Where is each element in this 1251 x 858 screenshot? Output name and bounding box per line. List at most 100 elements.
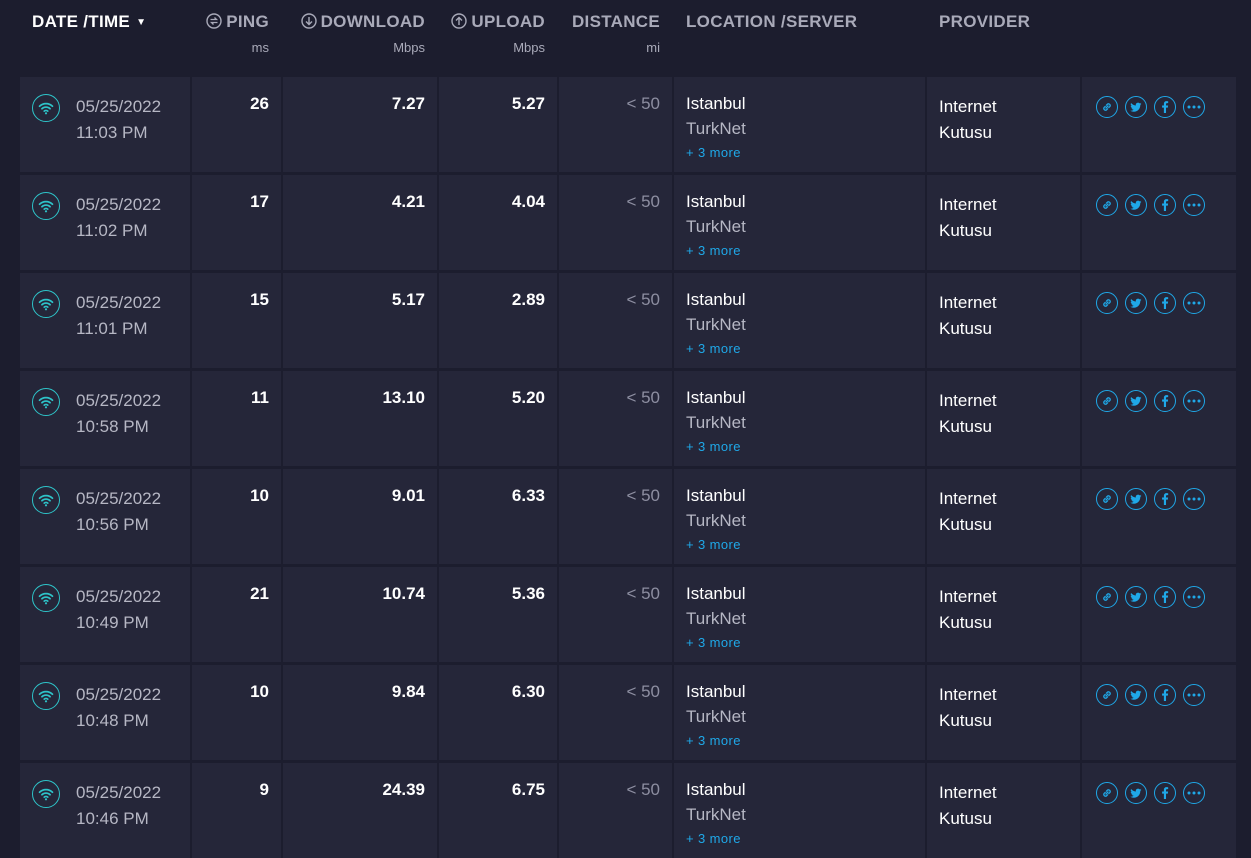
provider-name: Internet Kutusu: [939, 388, 997, 440]
provider-cell: Internet Kutusu: [927, 469, 1082, 564]
facebook-icon[interactable]: [1154, 96, 1176, 118]
more-icon[interactable]: [1183, 390, 1205, 412]
twitter-icon[interactable]: [1125, 488, 1147, 510]
provider-cell: Internet Kutusu: [927, 665, 1082, 760]
facebook-icon[interactable]: [1154, 488, 1176, 510]
more-servers-link[interactable]: + 3 more: [686, 733, 741, 748]
upload-cell: 6.30: [439, 665, 559, 760]
ping-value: 9: [259, 780, 269, 799]
column-header-upload[interactable]: UPLOAD Mbps: [439, 0, 559, 73]
link-icon[interactable]: [1096, 684, 1118, 706]
link-icon[interactable]: [1096, 782, 1118, 804]
distance-header-label: DISTANCE: [571, 12, 660, 31]
upload-value: 5.36: [511, 584, 545, 603]
more-servers-link[interactable]: + 3 more: [686, 341, 741, 356]
table-row[interactable]: 05/25/2022 10:49 PM 21 10.74 5.36 < 50 Istanbu…: [20, 567, 1236, 662]
provider-line-1: Internet: [939, 489, 997, 508]
ping-value: 11: [251, 388, 269, 407]
time-text: 10:49 PM: [76, 613, 149, 632]
column-header-datetime[interactable]: DATE /TIME ▼: [20, 0, 192, 73]
provider-line-1: Internet: [939, 783, 997, 802]
sort-desc-icon[interactable]: ▼: [136, 17, 146, 28]
actions-cell: [1082, 175, 1236, 270]
link-icon[interactable]: [1096, 390, 1118, 412]
actions-cell: [1082, 567, 1236, 662]
table-row[interactable]: 05/25/2022 11:02 PM 17 4.21 4.04 < 50 Istanbul…: [20, 175, 1236, 270]
provider-name: Internet Kutusu: [939, 682, 997, 734]
twitter-icon[interactable]: [1125, 194, 1147, 216]
download-icon: [300, 13, 317, 29]
provider-cell: Internet Kutusu: [927, 273, 1082, 368]
column-header-distance[interactable]: DISTANCE mi: [559, 0, 674, 73]
table-row[interactable]: 05/25/2022 10:48 PM 10 9.84 6.30 < 50 Istanbul…: [20, 665, 1236, 760]
distance-cell: < 50: [559, 469, 674, 564]
facebook-icon[interactable]: [1154, 586, 1176, 608]
distance-value: < 50: [626, 682, 660, 701]
actions-cell: [1082, 469, 1236, 564]
more-icon[interactable]: [1183, 782, 1205, 804]
column-header-download[interactable]: DOWNLOAD Mbps: [283, 0, 439, 73]
location-city: Istanbul: [686, 94, 746, 113]
download-value: 10.74: [382, 584, 425, 603]
download-cell: 9.84: [283, 665, 439, 760]
actions-cell: [1082, 273, 1236, 368]
upload-icon: [451, 13, 468, 29]
more-icon[interactable]: [1183, 586, 1205, 608]
table-row[interactable]: 05/25/2022 10:56 PM 10 9.01 6.33 < 50 Istanbul…: [20, 469, 1236, 564]
facebook-icon[interactable]: [1154, 194, 1176, 216]
ping-icon: [206, 13, 222, 29]
column-header-ping[interactable]: PING ms: [192, 0, 283, 73]
column-header-location[interactable]: LOCATION /SERVER: [674, 0, 927, 73]
download-value: 13.10: [382, 388, 425, 407]
datetime-cell: 05/25/2022 10:58 PM: [20, 371, 192, 466]
more-servers-link[interactable]: + 3 more: [686, 243, 741, 258]
twitter-icon[interactable]: [1125, 586, 1147, 608]
more-icon[interactable]: [1183, 292, 1205, 314]
more-icon[interactable]: [1183, 488, 1205, 510]
facebook-icon[interactable]: [1154, 684, 1176, 706]
table-row[interactable]: 05/25/2022 11:03 PM 26 7.27 5.27 < 50 Istanbul…: [20, 77, 1236, 172]
link-icon[interactable]: [1096, 96, 1118, 118]
twitter-icon[interactable]: [1125, 292, 1147, 314]
upload-unit: Mbps: [513, 40, 545, 55]
actions-cell: [1082, 371, 1236, 466]
upload-value: 5.27: [511, 94, 545, 113]
more-servers-link[interactable]: + 3 more: [686, 439, 741, 454]
location-cell: Istanbul TurkNet + 3 more: [674, 567, 927, 662]
upload-value: 2.89: [511, 290, 545, 309]
wifi-icon: [32, 388, 60, 416]
provider-name: Internet Kutusu: [939, 486, 997, 538]
ping-value: 10: [250, 682, 269, 701]
link-icon[interactable]: [1096, 292, 1118, 314]
facebook-icon[interactable]: [1154, 292, 1176, 314]
link-icon[interactable]: [1096, 488, 1118, 510]
table-row[interactable]: 05/25/2022 11:01 PM 15 5.17 2.89 < 50 Istanbul…: [20, 273, 1236, 368]
provider-line-1: Internet: [939, 293, 997, 312]
link-icon[interactable]: [1096, 194, 1118, 216]
more-servers-link[interactable]: + 3 more: [686, 145, 741, 160]
more-icon[interactable]: [1183, 96, 1205, 118]
location-server: TurkNet: [686, 805, 746, 824]
twitter-icon[interactable]: [1125, 684, 1147, 706]
location-city: Istanbul: [686, 584, 746, 603]
table-row[interactable]: 05/25/2022 10:58 PM 11 13.10 5.20 < 50 Istanbu…: [20, 371, 1236, 466]
facebook-icon[interactable]: [1154, 782, 1176, 804]
column-header-provider[interactable]: PROVIDER: [927, 0, 1082, 73]
more-servers-link[interactable]: + 3 more: [686, 635, 741, 650]
more-servers-link[interactable]: + 3 more: [686, 831, 741, 846]
table-row[interactable]: 05/25/2022 10:46 PM 9 24.39 6.75 < 50 Istanbul…: [20, 763, 1236, 858]
provider-header-label: PROVIDER: [939, 12, 1031, 31]
link-icon[interactable]: [1096, 586, 1118, 608]
twitter-icon[interactable]: [1125, 390, 1147, 412]
twitter-icon[interactable]: [1125, 96, 1147, 118]
datetime-value: 05/25/2022 10:58 PM: [76, 388, 161, 440]
more-servers-link[interactable]: + 3 more: [686, 537, 741, 552]
download-cell: 4.21: [283, 175, 439, 270]
twitter-icon[interactable]: [1125, 782, 1147, 804]
more-icon[interactable]: [1183, 684, 1205, 706]
download-cell: 9.01: [283, 469, 439, 564]
facebook-icon[interactable]: [1154, 390, 1176, 412]
upload-cell: 5.36: [439, 567, 559, 662]
ping-cell: 21: [192, 567, 283, 662]
more-icon[interactable]: [1183, 194, 1205, 216]
